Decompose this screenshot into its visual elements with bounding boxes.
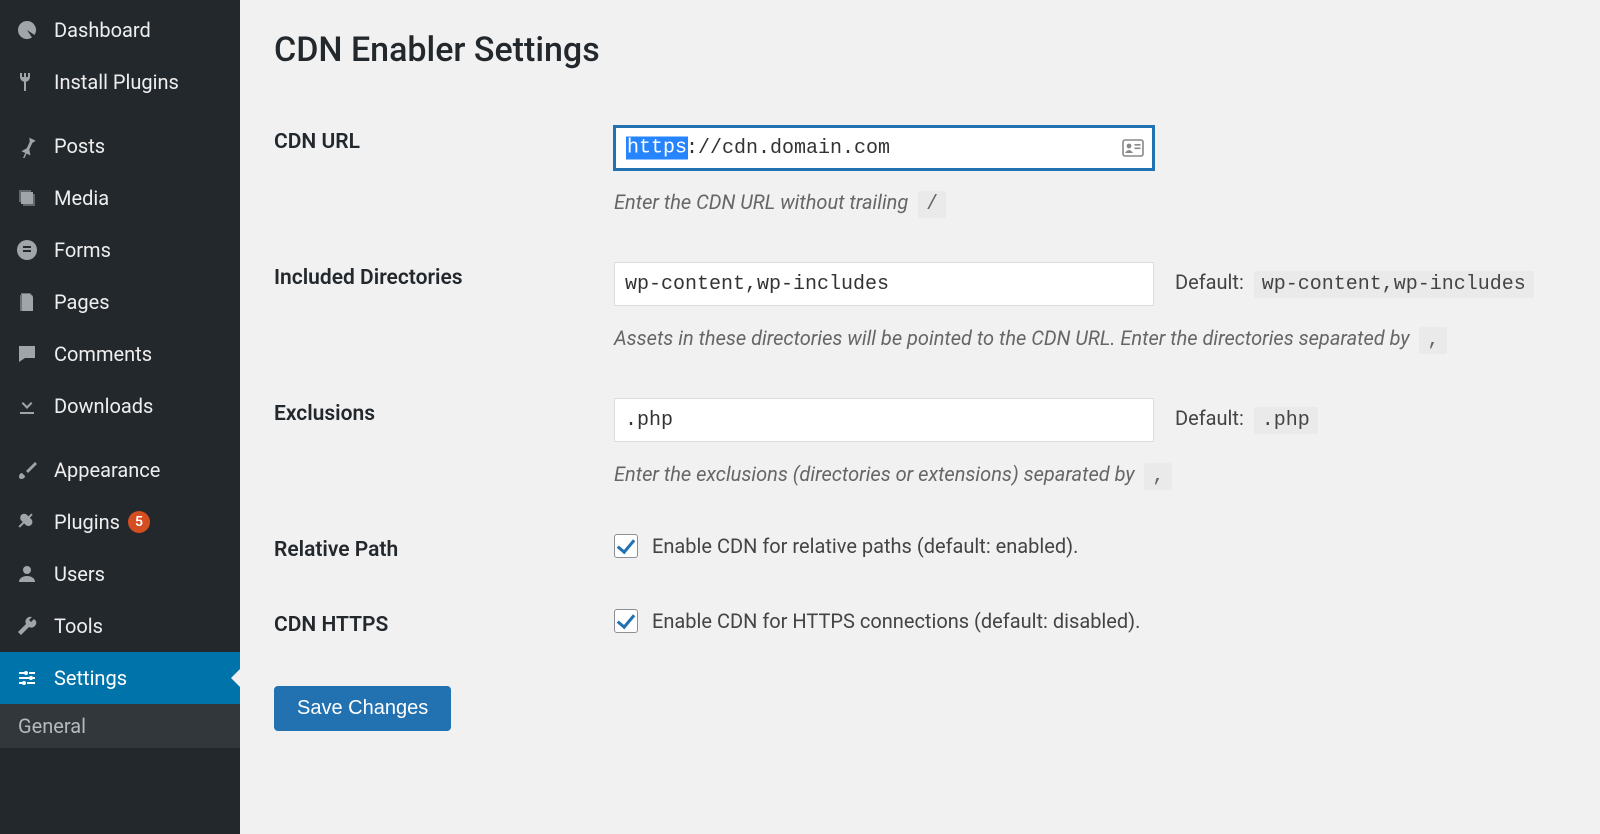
sidebar-item-label: Appearance <box>54 458 160 482</box>
sidebar-item-forms[interactable]: Forms <box>0 224 240 276</box>
exclusions-default-code: .php <box>1254 407 1318 434</box>
exclusions-help-code: , <box>1144 463 1172 490</box>
cdn-url-input[interactable] <box>614 126 1154 170</box>
sidebar-item-label: Downloads <box>54 394 153 418</box>
sidebar-item-label: Media <box>54 186 109 210</box>
sidebar-item-settings[interactable]: Settings <box>0 652 240 704</box>
sidebar-item-label: Pages <box>54 290 110 314</box>
sidebar-item-label: Plugins <box>54 510 120 534</box>
relative-path-label[interactable]: Enable CDN for relative paths (default: … <box>614 534 1078 558</box>
sidebar-item-dashboard[interactable]: Dashboard <box>0 4 240 56</box>
pin-icon <box>12 131 42 161</box>
sidebar-item-pages[interactable]: Pages <box>0 276 240 328</box>
cdn-https-label[interactable]: Enable CDN for HTTPS connections (defaul… <box>614 609 1140 633</box>
sidebar-item-label: Install Plugins <box>54 70 179 94</box>
brush-icon <box>12 455 42 485</box>
included-directories-help-code: , <box>1419 327 1447 354</box>
comment-icon <box>12 339 42 369</box>
sidebar-item-comments[interactable]: Comments <box>0 328 240 380</box>
pages-icon <box>12 287 42 317</box>
sidebar-item-users[interactable]: Users <box>0 548 240 600</box>
cdn-url-help: Enter the CDN URL without trailing <box>614 190 908 214</box>
field-label-included-directories: Included Directories <box>274 246 614 382</box>
download-icon <box>12 391 42 421</box>
cdn-https-checkbox-text: Enable CDN for HTTPS connections (defaul… <box>652 609 1140 633</box>
sidebar-item-label: Settings <box>54 666 127 690</box>
sidebar-item-label: Dashboard <box>54 18 151 42</box>
relative-path-checkbox-text: Enable CDN for relative paths (default: … <box>652 534 1078 558</box>
field-label-cdn-url: CDN URL <box>274 110 614 246</box>
plugin-icon <box>12 507 42 537</box>
admin-sidebar: Dashboard Install Plugins Posts Media Forms P… <box>0 0 240 834</box>
sidebar-item-appearance[interactable]: Appearance <box>0 444 240 496</box>
dashboard-icon <box>12 15 42 45</box>
plug-icon <box>12 67 42 97</box>
sidebar-item-posts[interactable]: Posts <box>0 120 240 172</box>
included-directories-help: Assets in these directories will be poin… <box>614 326 1410 350</box>
sidebar-item-media[interactable]: Media <box>0 172 240 224</box>
media-icon <box>12 183 42 213</box>
save-changes-button[interactable]: Save Changes <box>274 686 451 731</box>
included-directories-input[interactable] <box>614 262 1154 306</box>
sidebar-item-installplug[interactable]: Install Plugins <box>0 56 240 108</box>
sidebar-subitem-general[interactable]: General <box>0 704 240 748</box>
sidebar-badge-plugins: 5 <box>128 511 150 533</box>
field-label-cdn-https: CDN HTTPS <box>274 593 614 668</box>
field-label-exclusions: Exclusions <box>274 382 614 518</box>
wrench-icon <box>12 611 42 641</box>
relative-path-checkbox[interactable] <box>614 534 638 558</box>
contact-card-icon <box>1122 139 1144 157</box>
cdn-https-checkbox[interactable] <box>614 609 638 633</box>
sidebar-item-label: Forms <box>54 238 111 262</box>
exclusions-help: Enter the exclusions (directories or ext… <box>614 462 1135 486</box>
sidebar-item-tools[interactable]: Tools <box>0 600 240 652</box>
cdn-url-help-code: / <box>918 191 946 218</box>
included-directories-default-label: Default: <box>1175 270 1244 294</box>
sidebar-item-label: Users <box>54 562 105 586</box>
exclusions-default-label: Default: <box>1175 406 1244 430</box>
user-icon <box>12 559 42 589</box>
exclusions-input[interactable] <box>614 398 1154 442</box>
sidebar-item-plugins[interactable]: Plugins 5 <box>0 496 240 548</box>
sidebar-item-label: Posts <box>54 134 105 158</box>
sidebar-item-label: Tools <box>54 614 103 638</box>
field-label-relative-path: Relative Path <box>274 518 614 593</box>
included-directories-default-code: wp-content,wp-includes <box>1254 271 1534 298</box>
sidebar-item-label: Comments <box>54 342 152 366</box>
settings-content: CDN Enabler Settings CDN URL https Enter… <box>240 0 1600 834</box>
forms-icon <box>12 235 42 265</box>
settings-form-table: CDN URL https Enter the CDN URL without … <box>274 110 1566 668</box>
sidebar-item-downloads[interactable]: Downloads <box>0 380 240 432</box>
sliders-icon <box>12 663 42 693</box>
page-title: CDN Enabler Settings <box>274 30 1566 70</box>
